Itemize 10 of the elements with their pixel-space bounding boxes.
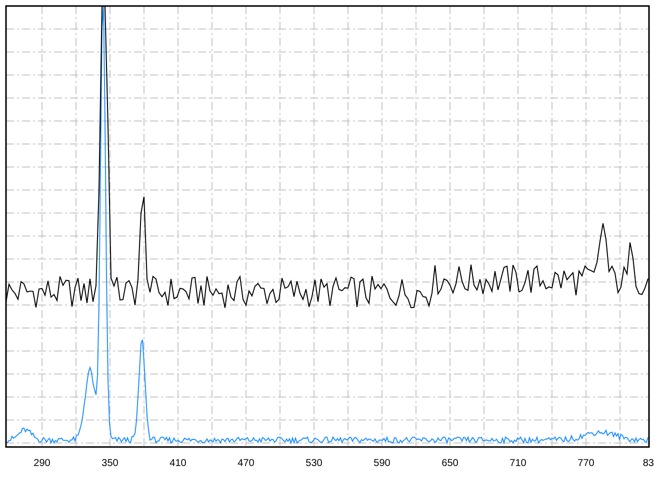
x-axis-tick-label: 470 [238,458,254,469]
x-axis-tick-label: 590 [374,458,390,469]
x-axis-tick-label: 770 [578,458,594,469]
x-axis-tick-label: 530 [306,458,322,469]
x-axis-tick-label: 650 [442,458,458,469]
x-axis-tick-label: 410 [170,458,186,469]
x-axis-tick-label: 290 [34,458,50,469]
x-axis-tick-label: 83 [642,458,654,469]
x-axis-tick-label: 710 [510,458,526,469]
x-axis-tick-label: 350 [102,458,118,469]
